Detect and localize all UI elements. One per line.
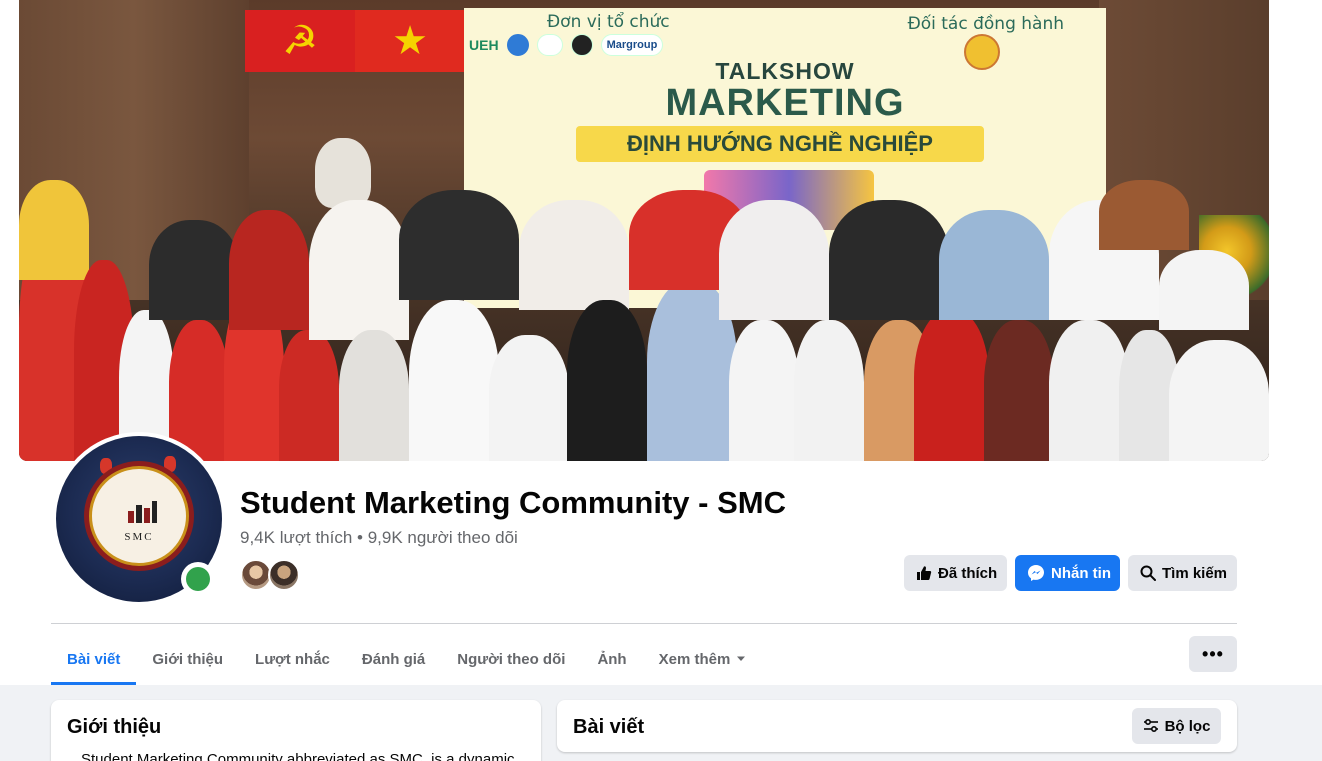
person — [1099, 180, 1189, 250]
smc-logo-icon — [128, 501, 157, 523]
person — [489, 335, 569, 461]
lantern-decoration — [164, 456, 176, 472]
tab-label: Giới thiệu — [152, 650, 224, 668]
person — [914, 310, 989, 461]
banner-logos: UEH Margroup — [469, 34, 664, 56]
filter-button-label: Bộ lọc — [1164, 717, 1211, 735]
tab-label: Ảnh — [597, 650, 627, 668]
intro-text: Student Marketing Community abbreviated … — [81, 751, 515, 761]
tab-posts[interactable]: Bài viết — [51, 633, 137, 685]
tab-followers[interactable]: Người theo dõi — [441, 633, 581, 685]
person — [567, 300, 647, 461]
intro-title: Giới thiệu — [67, 716, 162, 738]
page-stats[interactable]: 9,4K lượt thích • 9,9K người theo dõi — [240, 528, 518, 548]
banner-logo-circle — [536, 34, 563, 56]
banner-talkshow: TALKSHOW — [715, 58, 855, 84]
intro-card: Giới thiệu Student Marketing Community a… — [51, 700, 541, 761]
group-photo-crowd — [19, 160, 1269, 461]
person — [1159, 250, 1249, 330]
person — [279, 330, 339, 461]
tab-label: Lượt nhắc — [255, 650, 330, 668]
tab-label: Xem thêm — [658, 650, 731, 668]
banner-logo-margroup: Margroup — [600, 34, 664, 56]
chevron-down-icon — [737, 656, 746, 661]
person — [19, 180, 89, 280]
person — [409, 300, 499, 461]
person — [939, 210, 1049, 320]
messenger-icon — [1028, 565, 1044, 581]
follower-avatars[interactable] — [240, 559, 300, 591]
person — [1169, 340, 1269, 461]
filter-button[interactable]: Bộ lọc — [1132, 708, 1221, 744]
avatar-text: SMC — [124, 531, 154, 543]
page-title[interactable]: Student Marketing Community - SMC — [240, 485, 786, 521]
more-options-button[interactable]: ••• — [1189, 636, 1237, 672]
lantern-decoration — [100, 458, 112, 474]
person — [519, 200, 629, 310]
search-button-label: Tìm kiếm — [1162, 564, 1228, 582]
tab-photos[interactable]: Ảnh — [581, 633, 642, 685]
posts-card: Bài viết Bộ lọc — [557, 700, 1237, 752]
avatar-moon: SMC — [89, 466, 189, 566]
posts-title: Bài viết — [573, 716, 645, 738]
person — [719, 200, 829, 320]
flag-star: ★ — [355, 10, 465, 72]
person — [794, 320, 864, 461]
liked-button[interactable]: Đã thích — [904, 555, 1007, 591]
person — [229, 210, 309, 330]
tab-label: Bài viết — [67, 650, 121, 668]
banner-logo-smc — [570, 34, 593, 56]
person — [829, 200, 949, 320]
sliders-icon — [1143, 719, 1158, 733]
follower-avatar[interactable] — [268, 559, 300, 591]
person — [339, 330, 409, 461]
banner-org-label: Đơn vị tổ chức — [547, 12, 670, 32]
banner-partner-label: Đối tác đồng hành — [907, 14, 1064, 34]
cover-photo[interactable]: ☭ ★ Đơn vị tổ chức Đối tác đồng hành UEH… — [19, 0, 1269, 461]
tab-about[interactable]: Giới thiệu — [136, 633, 239, 685]
banner-subtitle: ĐỊNH HƯỚNG NGHỀ NGHIỆP — [576, 126, 984, 162]
header-divider — [51, 623, 1237, 624]
person — [309, 200, 409, 340]
banner-logo-ueh: UEH — [469, 37, 499, 53]
message-button-label: Nhắn tin — [1051, 564, 1111, 582]
flag-hammer-sickle: ☭ — [245, 10, 355, 72]
liked-button-label: Đã thích — [938, 564, 998, 582]
search-icon — [1140, 565, 1156, 581]
online-status-dot — [186, 567, 210, 591]
person — [729, 320, 799, 461]
person — [149, 220, 239, 320]
banner-main-title: MARKETING — [665, 82, 905, 124]
person — [984, 320, 1054, 461]
tab-reviews[interactable]: Đánh giá — [346, 633, 441, 685]
thumbs-up-icon — [917, 566, 932, 580]
tab-see-more[interactable]: Xem thêm — [643, 633, 763, 685]
message-button[interactable]: Nhắn tin — [1015, 555, 1120, 591]
banner-logo-circle — [506, 34, 529, 56]
tab-label: Người theo dõi — [457, 650, 566, 668]
person — [1049, 320, 1129, 461]
person — [399, 190, 519, 300]
tab-label: Đánh giá — [361, 650, 426, 668]
page-tabs: Bài viết Giới thiệu Lượt nhắc Đánh giá N… — [51, 633, 762, 685]
search-button[interactable]: Tìm kiếm — [1128, 555, 1237, 591]
tab-mentions[interactable]: Lượt nhắc — [239, 633, 346, 685]
person — [169, 320, 229, 461]
